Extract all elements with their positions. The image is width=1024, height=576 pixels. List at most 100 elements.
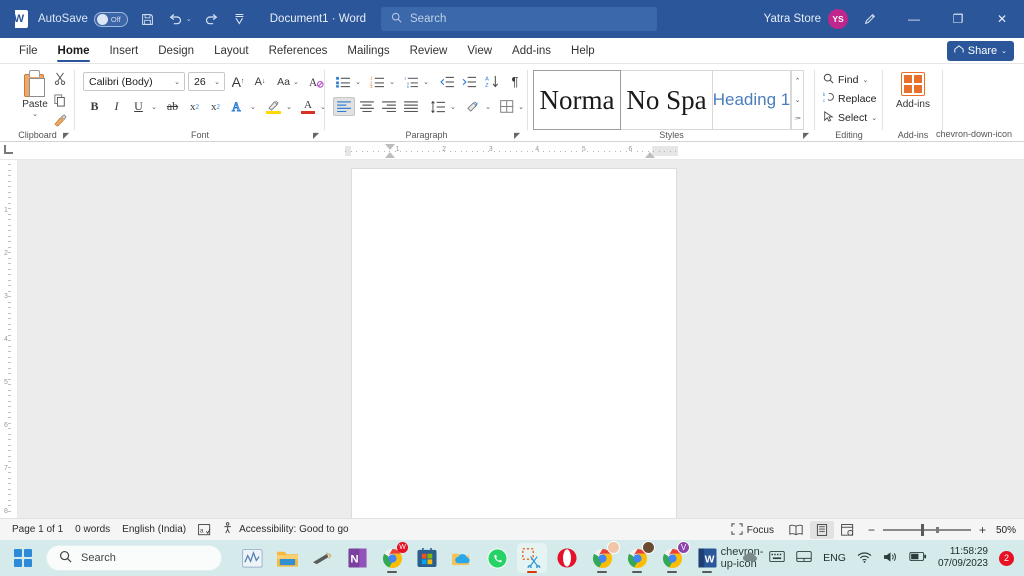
snip-tool-legacy-icon[interactable]	[307, 543, 337, 573]
borders-icon[interactable]	[497, 97, 517, 116]
increase-indent-icon[interactable]	[459, 72, 479, 91]
proofing-errors-icon[interactable]: a	[198, 524, 211, 536]
text-highlight-icon[interactable]	[262, 97, 284, 116]
numbered-list-icon[interactable]: 123	[367, 72, 387, 91]
zoom-in-button[interactable]: +	[979, 523, 986, 537]
widgets-icon[interactable]	[237, 543, 267, 573]
text-effects-icon[interactable]: A	[228, 97, 248, 116]
account-name[interactable]: Yatra Store	[764, 13, 821, 25]
tab-design[interactable]: Design	[149, 39, 203, 63]
line-spacing-dropdown-icon[interactable]: ⌄	[447, 97, 459, 116]
tab-view[interactable]: View	[458, 39, 501, 63]
align-left-icon[interactable]	[333, 97, 355, 116]
numbering-dropdown-icon[interactable]: ⌄	[386, 72, 398, 91]
chrome-profile-1-icon[interactable]	[587, 543, 617, 573]
ribbon-collapse-icon[interactable]: chevron-down-icon	[936, 129, 1012, 139]
paragraph-dialog-launcher[interactable]: ◤	[514, 131, 520, 140]
zoom-level[interactable]: 50%	[996, 525, 1016, 536]
style-heading-1[interactable]: Heading 1	[713, 70, 791, 130]
accessibility-status[interactable]: Accessibility: Good to go	[223, 522, 349, 537]
vertical-ruler[interactable]: 12345678	[0, 160, 18, 518]
change-case-button[interactable]: Aa⌄	[273, 72, 303, 91]
zoom-out-button[interactable]: −	[868, 523, 875, 537]
align-center-icon[interactable]	[356, 97, 378, 116]
web-layout-icon[interactable]: i	[836, 521, 860, 539]
cut-icon[interactable]	[54, 72, 66, 88]
tab-stop-left-icon[interactable]	[4, 145, 13, 154]
print-layout-icon[interactable]	[810, 521, 834, 539]
zoom-slider-handle[interactable]	[921, 524, 924, 536]
word-taskbar-icon[interactable]: W	[692, 543, 722, 573]
multilevel-dropdown-icon[interactable]: ⌄	[420, 72, 432, 91]
search-input[interactable]: Search	[381, 7, 657, 31]
find-button[interactable]: Find ⌄	[823, 73, 868, 87]
tab-layout[interactable]: Layout	[205, 39, 258, 63]
font-name-combo[interactable]: Calibri (Body) ⌄	[83, 72, 185, 91]
multilevel-list-icon[interactable]: 1ab	[401, 72, 421, 91]
styles-more-icon[interactable]: ⩴	[794, 115, 800, 123]
line-spacing-icon[interactable]	[428, 97, 448, 116]
bullets-dropdown-icon[interactable]: ⌄	[352, 72, 364, 91]
language-indicator[interactable]: English (India)	[122, 524, 186, 535]
format-painter-icon[interactable]	[53, 114, 67, 130]
styles-dialog-launcher[interactable]: ◤	[803, 131, 809, 140]
shrink-font-button[interactable]: A↓	[250, 72, 270, 91]
justify-icon[interactable]	[400, 97, 422, 116]
style-normal[interactable]: Norma	[533, 70, 621, 130]
borders-dropdown-icon[interactable]: ⌄	[515, 97, 527, 116]
file-explorer-icon[interactable]	[272, 543, 302, 573]
customize-quick-access-icon[interactable]: ⩢	[231, 8, 248, 30]
right-indent-marker[interactable]	[645, 152, 655, 158]
decrease-indent-icon[interactable]	[437, 72, 457, 91]
grow-font-button[interactable]: A↑	[228, 72, 248, 91]
whatsapp-icon[interactable]	[482, 543, 512, 573]
focus-button[interactable]: Focus	[731, 523, 774, 538]
tab-home[interactable]: Home	[49, 39, 99, 63]
style-no-spacing[interactable]: No Spa	[621, 70, 713, 130]
word-count[interactable]: 0 words	[75, 524, 110, 535]
paste-button[interactable]: Paste ⌄	[14, 70, 56, 118]
undo-dropdown-icon[interactable]: ⌄	[186, 15, 192, 23]
onenote-icon[interactable]: N	[342, 543, 372, 573]
minimize-button[interactable]: —	[892, 0, 936, 38]
save-icon[interactable]	[139, 8, 156, 30]
font-size-dropdown-icon[interactable]: ⌄	[210, 78, 224, 86]
horizontal-ruler[interactable]: 123456	[0, 142, 1024, 160]
bullet-list-icon[interactable]	[333, 72, 353, 91]
keyboard-icon[interactable]	[769, 551, 785, 565]
restore-button[interactable]: ❐	[936, 0, 980, 38]
tab-file[interactable]: File	[10, 39, 47, 63]
highlight-dropdown-icon[interactable]: ⌄	[283, 97, 295, 116]
addins-button[interactable]: Add-ins	[883, 72, 943, 110]
clipboard-dialog-launcher[interactable]: ◤	[63, 131, 69, 140]
select-button[interactable]: Select ⌄	[823, 111, 877, 125]
font-color-button[interactable]: A	[298, 97, 318, 116]
align-right-icon[interactable]	[378, 97, 400, 116]
taskbar-search-input[interactable]: Search	[46, 545, 222, 571]
pen-icon[interactable]	[848, 0, 892, 38]
language-indicator[interactable]: ENG	[823, 552, 846, 564]
tab-help[interactable]: Help	[562, 39, 604, 63]
left-indent-marker[interactable]	[385, 152, 395, 158]
volume-icon[interactable]	[883, 551, 898, 566]
tab-addins[interactable]: Add-ins	[503, 39, 560, 63]
chrome-profile-3-icon[interactable]: V	[657, 543, 687, 573]
first-line-indent-marker[interactable]	[385, 144, 395, 150]
close-button[interactable]: ✕	[980, 0, 1024, 38]
shading-icon[interactable]	[463, 97, 483, 116]
zoom-slider[interactable]	[883, 529, 971, 531]
paste-dropdown-icon[interactable]: ⌄	[32, 110, 38, 118]
battery-icon[interactable]	[909, 551, 927, 565]
autosave-toggle[interactable]: Off	[94, 12, 128, 27]
select-dropdown-icon[interactable]: ⌄	[871, 114, 877, 122]
bold-button[interactable]: B	[85, 97, 104, 116]
undo-icon[interactable]	[167, 8, 184, 30]
tab-review[interactable]: Review	[401, 39, 457, 63]
share-button[interactable]: Share ⌄	[947, 41, 1014, 61]
onedrive-icon[interactable]	[447, 543, 477, 573]
copy-icon[interactable]	[54, 94, 66, 110]
tab-insert[interactable]: Insert	[100, 39, 147, 63]
sort-icon[interactable]: AZ	[482, 72, 502, 91]
text-effects-dropdown-icon[interactable]: ⌄	[247, 97, 259, 116]
paragraph-mark-icon[interactable]: ¶	[505, 72, 525, 91]
